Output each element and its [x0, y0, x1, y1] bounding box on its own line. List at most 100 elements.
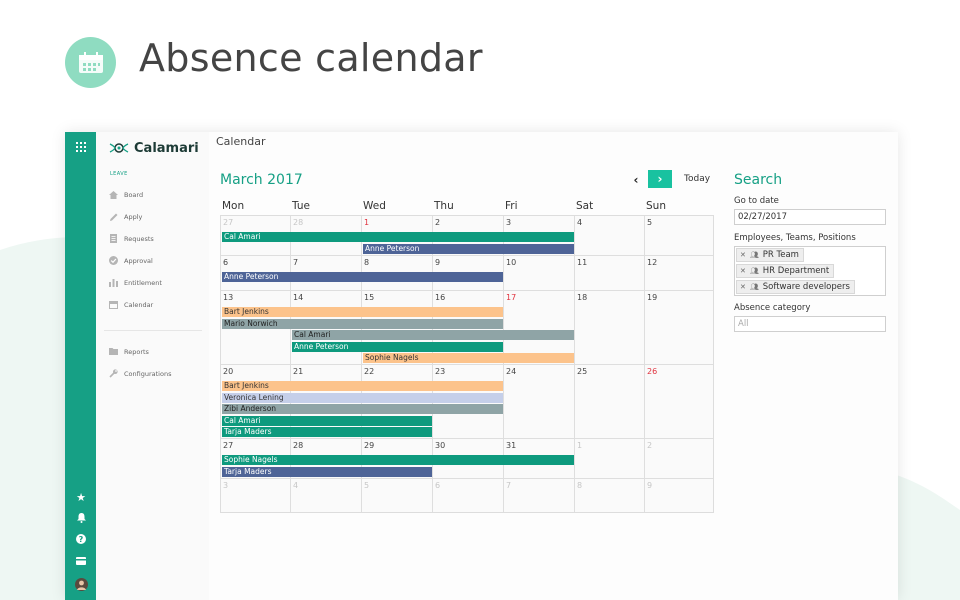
day-number[interactable]: 1	[577, 441, 582, 450]
absence-event[interactable]: Anne Peterson	[292, 341, 503, 352]
day-number[interactable]: 10	[506, 258, 516, 267]
squid-logo-icon	[109, 143, 129, 153]
day-number[interactable]: 9	[435, 258, 440, 267]
go-to-date-input[interactable]: 02/27/2017	[734, 209, 886, 225]
grid-row-line	[221, 438, 713, 439]
bars-icon	[109, 278, 118, 287]
absence-event[interactable]: Anne Peterson	[222, 272, 503, 282]
day-number[interactable]: 6	[435, 481, 440, 490]
day-number[interactable]: 12	[647, 258, 657, 267]
day-number[interactable]: 15	[364, 293, 374, 302]
absence-event[interactable]: Tarja Maders	[222, 427, 432, 437]
star-icon[interactable]: ★	[74, 490, 88, 504]
day-number[interactable]: 28	[293, 218, 303, 227]
absence-event[interactable]: Zibi Anderson	[222, 404, 503, 414]
calendar-grid: 27 28 1 2 3 4 5 6 7 8 9 10 11 12 13 14 15 16 17 18 19 20 21 22 2…	[220, 215, 714, 513]
sidebar-item-label: Configurations	[124, 369, 172, 378]
day-number[interactable]: 8	[364, 258, 369, 267]
grid-row-line	[221, 478, 713, 479]
absence-event[interactable]: Sophie Nagels	[363, 353, 574, 363]
absence-event[interactable]: Bart Jenkins	[222, 381, 503, 391]
absence-event[interactable]: Cal Amari	[222, 232, 574, 242]
day-number[interactable]: 25	[577, 367, 587, 376]
group-icon: 👥︎	[749, 251, 759, 259]
app-window: ★ ? Calamari LEAVE Board Apply Requests …	[65, 132, 898, 600]
day-number[interactable]: 8	[577, 481, 582, 490]
folder-icon	[109, 347, 118, 356]
avatar[interactable]	[74, 577, 88, 591]
day-number[interactable]: 21	[293, 367, 303, 376]
sidebar-item-apply[interactable]: Apply	[109, 212, 142, 221]
sidebar-item-reports[interactable]: Reports	[109, 347, 149, 356]
absence-event[interactable]: Veronica Lening	[222, 392, 503, 403]
grid-row-line	[221, 364, 713, 365]
day-number[interactable]: 3	[223, 481, 228, 490]
day-number[interactable]: 5	[364, 481, 369, 490]
absence-event[interactable]: Anne Peterson	[363, 243, 574, 254]
sidebar-item-board[interactable]: Board	[109, 190, 143, 199]
day-number[interactable]: 2	[435, 218, 440, 227]
sidebar-item-configurations[interactable]: Configurations	[109, 369, 171, 378]
day-number[interactable]: 26	[647, 367, 657, 376]
day-number[interactable]: 24	[506, 367, 516, 376]
filter-tag[interactable]: ✕ 👥︎ PR Team	[736, 248, 804, 262]
day-number[interactable]: 5	[647, 218, 652, 227]
day-number[interactable]: 16	[435, 293, 445, 302]
day-number[interactable]: 23	[435, 367, 445, 376]
remove-tag-icon[interactable]: ✕	[740, 249, 746, 261]
day-number[interactable]: 28	[293, 441, 303, 450]
day-number[interactable]: 4	[577, 218, 582, 227]
check-icon	[109, 256, 118, 265]
absence-event[interactable]: Tarja Maders	[222, 466, 432, 477]
day-number[interactable]: 13	[223, 293, 233, 302]
day-number[interactable]: 20	[223, 367, 233, 376]
day-number[interactable]: 31	[506, 441, 516, 450]
prev-month-button[interactable]: ‹	[629, 171, 643, 189]
filter-tags-input[interactable]: ✕ 👥︎ PR Team ✕ 👥︎ HR Department ✕ 👥︎ Sof…	[734, 246, 886, 296]
sidebar-item-entitlement[interactable]: Entitlement	[109, 278, 162, 287]
day-number[interactable]: 19	[647, 293, 657, 302]
day-number[interactable]: 27	[223, 441, 233, 450]
day-number[interactable]: 27	[223, 218, 233, 227]
sidebar-item-approval[interactable]: Approval	[109, 256, 153, 265]
absence-category-select[interactable]: All	[734, 316, 886, 332]
day-number[interactable]: 18	[577, 293, 587, 302]
remove-tag-icon[interactable]: ✕	[740, 281, 746, 293]
day-number[interactable]: 9	[647, 481, 652, 490]
absence-event[interactable]: Sophie Nagels	[222, 455, 574, 465]
day-number[interactable]: 6	[223, 258, 228, 267]
day-number[interactable]: 3	[506, 218, 511, 227]
day-number[interactable]: 7	[506, 481, 511, 490]
sidebar-item-requests[interactable]: Requests	[109, 234, 154, 243]
apps-grid-icon[interactable]	[74, 140, 88, 154]
sidebar-item-label: Calendar	[124, 300, 154, 309]
remove-tag-icon[interactable]: ✕	[740, 265, 746, 277]
day-number[interactable]: 17	[506, 293, 516, 302]
day-number[interactable]: 1	[364, 218, 369, 227]
day-number[interactable]: 7	[293, 258, 298, 267]
day-number[interactable]: 11	[577, 258, 587, 267]
sidebar: Calamari LEAVE Board Apply Requests Appr…	[96, 132, 209, 600]
day-number[interactable]: 30	[435, 441, 445, 450]
filter-tag[interactable]: ✕ 👥︎ HR Department	[736, 264, 835, 278]
next-month-button[interactable]: ›	[648, 170, 672, 188]
today-button[interactable]: Today	[684, 174, 710, 184]
bell-icon[interactable]	[74, 511, 88, 525]
sidebar-divider	[104, 330, 202, 331]
absence-event[interactable]: Mario Norwich	[222, 318, 503, 329]
day-number[interactable]: 14	[293, 293, 303, 302]
sidebar-item-calendar[interactable]: Calendar	[109, 300, 153, 309]
absence-event[interactable]: Cal Amari	[222, 415, 432, 426]
sidebar-item-label: Approval	[124, 256, 153, 265]
help-icon[interactable]: ?	[74, 532, 88, 546]
card-icon[interactable]	[74, 554, 88, 568]
day-number[interactable]: 29	[364, 441, 374, 450]
absence-event[interactable]: Cal Amari	[292, 330, 574, 340]
day-number[interactable]: 22	[364, 367, 374, 376]
filter-tag-label: PR Team	[762, 250, 799, 260]
absence-event[interactable]: Bart Jenkins	[222, 307, 503, 317]
day-number[interactable]: 4	[293, 481, 298, 490]
brand-logo[interactable]: Calamari	[108, 140, 199, 156]
filter-tag[interactable]: ✕ 👥︎ Software developers	[736, 280, 855, 294]
day-number[interactable]: 2	[647, 441, 652, 450]
